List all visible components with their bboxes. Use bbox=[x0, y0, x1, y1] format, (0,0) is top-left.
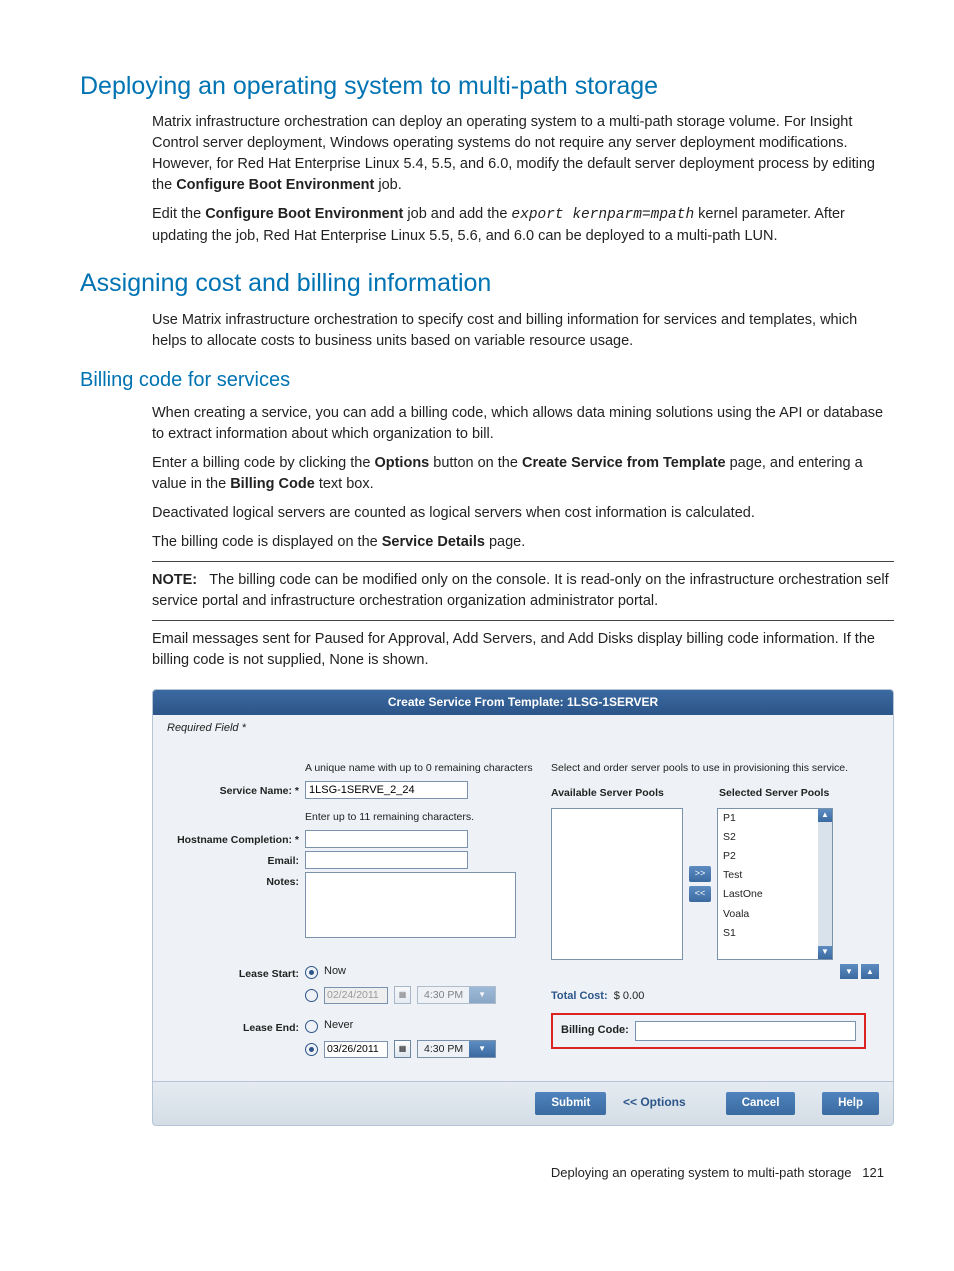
calendar-icon[interactable]: ▦ bbox=[394, 986, 411, 1004]
lease-start-now-text: Now bbox=[324, 964, 346, 980]
required-field-note: Required Field * bbox=[167, 721, 879, 737]
lease-end-never-text: Never bbox=[324, 1018, 353, 1034]
chevron-down-icon: ▼ bbox=[469, 987, 495, 1003]
lease-start-time-value: 4:30 PM bbox=[418, 987, 469, 1003]
list-item[interactable]: P2 bbox=[718, 847, 832, 866]
scrollbar[interactable]: ▲▼ bbox=[818, 809, 832, 959]
lease-start-date-input[interactable] bbox=[324, 987, 388, 1004]
text: Enter a billing code by clicking the bbox=[152, 455, 374, 471]
list-item[interactable]: Voala bbox=[718, 905, 832, 924]
billing-p4: The billing code is displayed on the Ser… bbox=[152, 532, 894, 553]
text: job. bbox=[374, 177, 401, 193]
service-name-input[interactable] bbox=[305, 781, 468, 799]
create-service-dialog: Create Service From Template: 1LSG-1SERV… bbox=[152, 689, 894, 1126]
pool-up-button[interactable]: ▲ bbox=[861, 964, 879, 979]
list-item[interactable]: P1 bbox=[718, 809, 832, 828]
lease-start-time-dropdown[interactable]: 4:30 PM▼ bbox=[417, 986, 496, 1004]
cbe-bold: Configure Boot Environment bbox=[176, 177, 374, 193]
cbe-bold-2: Configure Boot Environment bbox=[205, 206, 403, 222]
pool-down-button[interactable]: ▼ bbox=[840, 964, 858, 979]
notes-label: Notes: bbox=[167, 872, 305, 890]
total-cost-label: Total Cost: bbox=[551, 990, 608, 1002]
dialog-title: Create Service From Template: 1LSG-1SERV… bbox=[153, 690, 893, 715]
footer-text: Deploying an operating system to multi-p… bbox=[551, 1165, 852, 1180]
list-item[interactable]: S1 bbox=[718, 924, 832, 943]
text: job and add the bbox=[403, 206, 511, 222]
list-item[interactable]: Test bbox=[718, 866, 832, 885]
billing-p5: Email messages sent for Paused for Appro… bbox=[152, 629, 894, 671]
cancel-button[interactable]: Cancel bbox=[726, 1092, 796, 1115]
scroll-up-icon[interactable]: ▲ bbox=[818, 809, 832, 822]
dialog-left-column: A unique name with up to 0 remaining cha… bbox=[167, 761, 537, 1067]
lease-start-now-radio[interactable] bbox=[305, 966, 318, 979]
lease-start-date-radio[interactable] bbox=[305, 989, 318, 1002]
note-rule-bottom bbox=[152, 620, 894, 621]
billing-p3: Deactivated logical servers are counted … bbox=[152, 503, 894, 524]
options-bold: Options bbox=[374, 455, 429, 471]
text: button on the bbox=[429, 455, 522, 471]
text: text box. bbox=[315, 476, 374, 492]
hostname-input[interactable] bbox=[305, 830, 468, 848]
calendar-icon[interactable]: ▦ bbox=[394, 1040, 411, 1058]
selected-pools-list[interactable]: P1 S2 P2 Test LastOne Voala S1 ▲▼ bbox=[717, 808, 833, 960]
email-input[interactable] bbox=[305, 851, 468, 869]
note-body: The billing code can be modified only on… bbox=[152, 572, 889, 609]
lease-end-date-radio[interactable] bbox=[305, 1043, 318, 1056]
help-button[interactable]: Help bbox=[822, 1092, 879, 1115]
email-label: Email: bbox=[167, 851, 305, 869]
options-link[interactable]: << Options bbox=[623, 1095, 686, 1109]
billing-code-label: Billing Code: bbox=[561, 1023, 629, 1039]
assign-p1: Use Matrix infrastructure orchestration … bbox=[152, 310, 894, 352]
pools-hint: Select and order server pools to use in … bbox=[551, 761, 879, 776]
available-pools-list[interactable] bbox=[551, 808, 683, 960]
note-label: NOTE: bbox=[152, 572, 197, 588]
cst-bold: Create Service from Template bbox=[522, 455, 726, 471]
text: Edit the bbox=[152, 206, 205, 222]
chevron-down-icon: ▼ bbox=[469, 1041, 495, 1057]
heading-deploying: Deploying an operating system to multi-p… bbox=[80, 68, 894, 104]
dialog-right-column: Select and order server pools to use in … bbox=[551, 761, 879, 1067]
billing-code-highlight: Billing Code: bbox=[551, 1013, 866, 1049]
list-item[interactable]: S2 bbox=[718, 828, 832, 847]
submit-button[interactable]: Submit bbox=[535, 1092, 606, 1115]
available-pools-header: Available Server Pools bbox=[551, 786, 681, 801]
lease-end-time-value: 4:30 PM bbox=[418, 1041, 469, 1057]
text: page. bbox=[485, 534, 525, 550]
service-details-bold: Service Details bbox=[382, 534, 485, 550]
lease-end-date-input[interactable] bbox=[324, 1041, 388, 1058]
lease-end-time-dropdown[interactable]: 4:30 PM▼ bbox=[417, 1040, 496, 1058]
billing-note: NOTE: The billing code can be modified o… bbox=[152, 570, 894, 612]
heading-assigning: Assigning cost and billing information bbox=[80, 265, 894, 301]
billing-code-input[interactable] bbox=[635, 1021, 856, 1041]
move-left-button[interactable]: << bbox=[689, 886, 711, 902]
service-name-hint: A unique name with up to 0 remaining cha… bbox=[305, 761, 537, 776]
note-rule-top bbox=[152, 561, 894, 562]
dialog-footer: Submit << Options Cancel Help bbox=[153, 1081, 893, 1125]
heading-billing-code: Billing code for services bbox=[80, 366, 894, 395]
list-item[interactable]: LastOne bbox=[718, 885, 832, 904]
deploy-p1: Matrix infrastructure orchestration can … bbox=[152, 112, 894, 196]
notes-input[interactable] bbox=[305, 872, 516, 938]
move-right-button[interactable]: >> bbox=[689, 866, 711, 882]
hostname-hint: Enter up to 11 remaining characters. bbox=[305, 810, 537, 825]
lease-start-label: Lease Start: bbox=[167, 964, 305, 982]
hostname-label: Hostname Completion: * bbox=[167, 830, 305, 848]
kernparm-code: export kernparm=mpath bbox=[511, 207, 694, 223]
billing-code-bold: Billing Code bbox=[230, 476, 315, 492]
scroll-down-icon[interactable]: ▼ bbox=[818, 946, 832, 959]
total-cost-value: $ 0.00 bbox=[614, 990, 645, 1002]
lease-end-never-radio[interactable] bbox=[305, 1020, 318, 1033]
page-number: 121 bbox=[862, 1165, 884, 1180]
deploy-p2: Edit the Configure Boot Environment job … bbox=[152, 204, 894, 247]
billing-p1: When creating a service, you can add a b… bbox=[152, 403, 894, 445]
text: The billing code is displayed on the bbox=[152, 534, 382, 550]
service-name-label: Service Name: * bbox=[167, 781, 305, 799]
selected-pools-header: Selected Server Pools bbox=[719, 786, 829, 801]
page-footer: Deploying an operating system to multi-p… bbox=[80, 1164, 894, 1183]
lease-end-label: Lease End: bbox=[167, 1018, 305, 1036]
billing-p2: Enter a billing code by clicking the Opt… bbox=[152, 453, 894, 495]
